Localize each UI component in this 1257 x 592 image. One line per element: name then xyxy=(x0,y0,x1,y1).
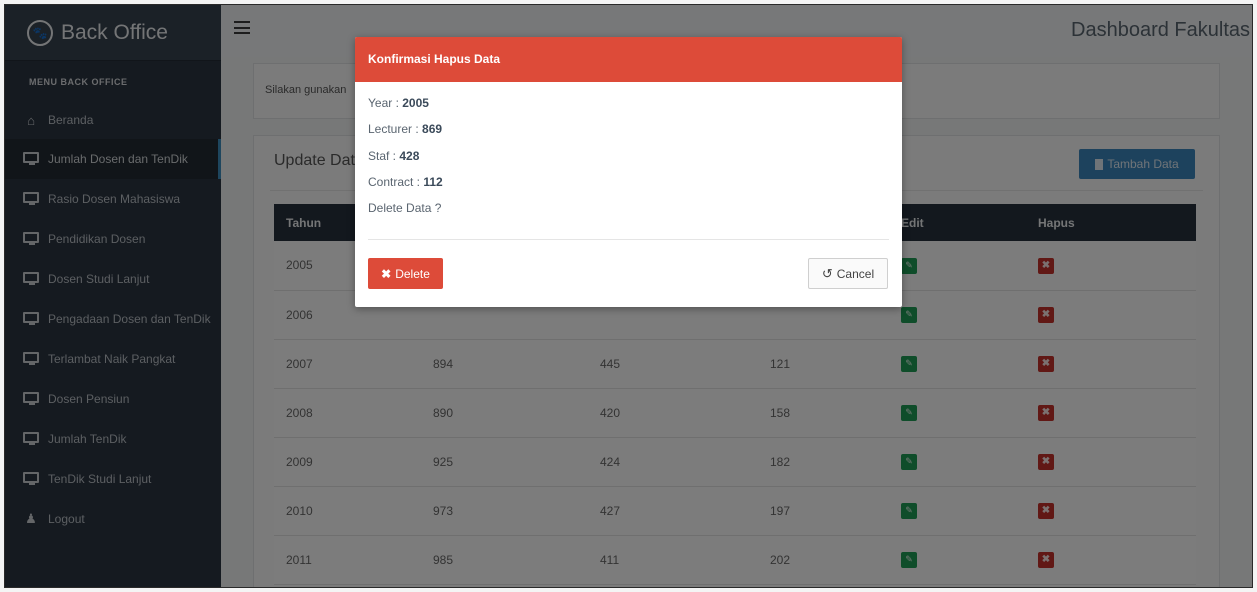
year-value: 2005 xyxy=(402,96,429,110)
modal-title: Konfirmasi Hapus Data xyxy=(355,37,902,82)
close-icon: ✖ xyxy=(381,266,392,281)
confirm-delete-modal: Konfirmasi Hapus Data Year : 2005 Lectur… xyxy=(355,37,902,307)
lecturer-line: Lecturer : 869 xyxy=(368,122,443,137)
staf-line: Staf : 428 xyxy=(368,148,420,163)
modal-divider xyxy=(368,239,889,240)
cancel-button[interactable]: ↺ Cancel xyxy=(808,258,888,289)
year-line: Year : 2005 xyxy=(368,96,429,110)
undo-icon: ↺ xyxy=(821,265,833,281)
contract-line: Contract : 112 xyxy=(368,174,443,189)
delete-question: Delete Data ? xyxy=(368,201,442,216)
lecturer-value: 869 xyxy=(422,122,443,137)
staf-value: 428 xyxy=(399,148,420,163)
delete-label: Delete xyxy=(395,266,430,281)
modal-body: Year : 2005 Lecturer : 869 Staf : 428 Co… xyxy=(355,82,902,227)
delete-button[interactable]: ✖ Delete xyxy=(368,258,443,289)
contract-value: 112 xyxy=(423,174,443,189)
app-window: 🐾 Back Office MENU BACK OFFICE ⌂ Beranda… xyxy=(4,4,1253,588)
cancel-label: Cancel xyxy=(836,266,875,281)
